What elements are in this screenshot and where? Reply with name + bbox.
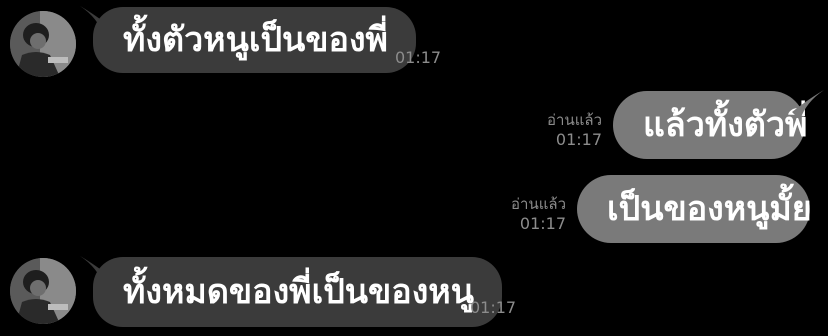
message-meta: 01:17 (470, 298, 516, 318)
contact-photo-icon (10, 11, 76, 77)
read-receipt: อ่านแล้ว (511, 195, 566, 213)
bubble-tail-icon (792, 90, 824, 120)
contact-avatar[interactable] (10, 11, 76, 77)
message-time: 01:17 (519, 214, 566, 233)
message-text: ทั้งหมดของพี่เป็นของหนู (123, 272, 474, 312)
contact-photo-icon (10, 258, 76, 324)
message-time: 01:17 (395, 48, 442, 67)
message-time: 01:17 (470, 298, 517, 317)
message-text: แล้วทั้งตัวพี่ (643, 105, 808, 145)
message-meta: 01:17 (395, 48, 441, 68)
message-bubble-incoming[interactable]: ทั้งตัวหนูเป็นของพี่ (93, 7, 416, 73)
message-text: ทั้งตัวหนูเป็นของพี่ (123, 20, 388, 60)
message-bubble-incoming[interactable]: ทั้งหมดของพี่เป็นของหนู (93, 257, 502, 327)
message-meta: อ่านแล้ว 01:17 (496, 194, 566, 234)
read-receipt: อ่านแล้ว (547, 111, 602, 129)
message-time: 01:17 (555, 130, 602, 149)
contact-avatar[interactable] (10, 258, 76, 324)
message-bubble-outgoing[interactable]: แล้วทั้งตัวพี่ (613, 91, 808, 159)
message-text: เป็นของหนูมั้ย (607, 189, 812, 229)
message-meta: อ่านแล้ว 01:17 (532, 110, 602, 150)
message-bubble-outgoing[interactable]: เป็นของหนูมั้ย (577, 175, 812, 243)
chat-thread: ทั้งตัวหนูเป็นของพี่ 01:17 อ่านแล้ว 01:1… (0, 0, 828, 336)
